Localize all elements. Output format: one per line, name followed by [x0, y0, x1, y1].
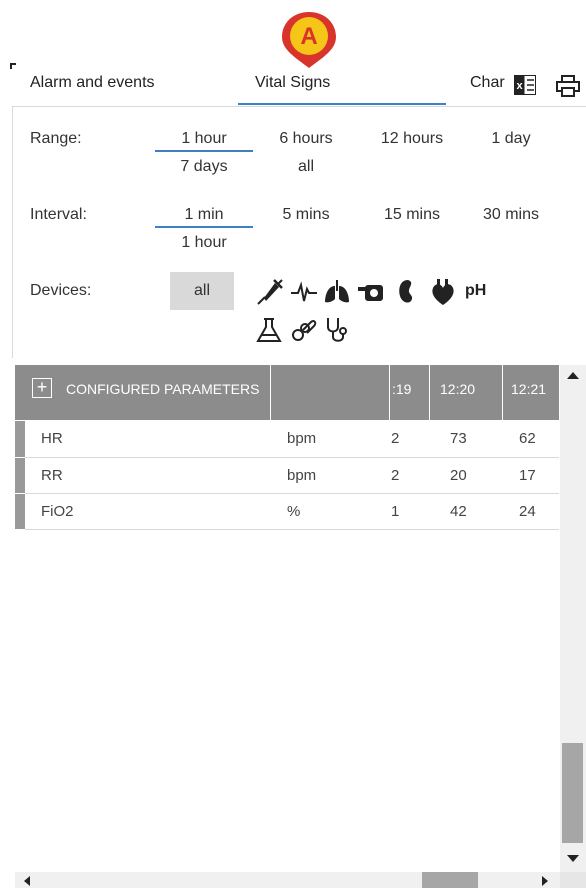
svg-text:x: x: [516, 80, 523, 92]
active-tab-indicator: [238, 103, 446, 105]
range-option-1-hour[interactable]: 1 hour: [155, 130, 253, 152]
stethoscope-icon[interactable]: [322, 315, 352, 345]
scroll-up-arrow-icon[interactable]: [562, 366, 584, 386]
excel-export-icon[interactable]: x: [514, 75, 536, 95]
range-label: Range:: [30, 130, 82, 147]
row-marker: [15, 458, 25, 493]
table-cell: 1: [391, 503, 400, 520]
row-divider: [25, 457, 559, 458]
scroll-right-arrow-icon[interactable]: [538, 874, 552, 888]
table-cell: 73: [450, 430, 467, 447]
parameter-name: FiO2: [41, 503, 74, 520]
pacifier-icon[interactable]: [289, 315, 319, 345]
range-option-7-days[interactable]: 7 days: [155, 158, 253, 176]
header-separator: [389, 365, 390, 420]
scroll-down-arrow-icon[interactable]: [562, 848, 584, 868]
scrollbar-corner: [560, 872, 586, 888]
marker-letter: A: [300, 23, 317, 50]
interval-option-5-mins[interactable]: 5 mins: [266, 206, 346, 224]
interval-label: Interval:: [30, 206, 87, 223]
row-divider: [25, 529, 559, 530]
marker-a-icon: A: [282, 12, 336, 68]
flask-icon[interactable]: [254, 315, 284, 345]
table-cell: 2: [391, 467, 400, 484]
header-separator: [502, 365, 503, 420]
column-header-time: :19: [392, 381, 412, 397]
range-option-all[interactable]: all: [266, 158, 346, 176]
devices-all-button[interactable]: all: [170, 272, 234, 310]
devices-label: Devices:: [30, 282, 92, 299]
range-option-12-hours[interactable]: 12 hours: [366, 130, 458, 148]
table-cell: 42: [450, 503, 467, 520]
lungs-icon[interactable]: [322, 277, 352, 307]
row-divider: [25, 493, 559, 494]
print-icon[interactable]: [556, 75, 580, 97]
expand-parameters-button[interactable]: +: [32, 378, 52, 398]
table-cell: 2: [391, 430, 400, 447]
parameter-unit: bpm: [287, 467, 317, 484]
table-cell: 24: [519, 503, 536, 520]
range-option-6-hours[interactable]: 6 hours: [266, 130, 346, 148]
row-marker: [15, 494, 25, 529]
parameter-name: HR: [41, 430, 63, 447]
tab-alarm-and-events[interactable]: Alarm and events: [30, 74, 155, 92]
vertical-scroll-thumb[interactable]: [562, 743, 583, 843]
monitor-icon[interactable]: [356, 277, 386, 307]
horizontal-scroll-thumb[interactable]: [422, 872, 478, 888]
scroll-left-arrow-icon[interactable]: [20, 874, 34, 888]
tab-chart[interactable]: Char: [470, 74, 505, 92]
parameter-unit: %: [287, 503, 301, 520]
range-option-1-day[interactable]: 1 day: [478, 130, 544, 148]
table-cell: 62: [519, 430, 536, 447]
panel-border: [12, 106, 13, 358]
tab-divider: [12, 106, 586, 107]
horizontal-scrollbar[interactable]: [15, 872, 560, 888]
ph-icon[interactable]: pH: [465, 282, 486, 300]
configured-parameters-header: CONFIGURED PARAMETERS: [66, 381, 260, 397]
heart-organ-icon[interactable]: [428, 277, 458, 307]
table-cell: 17: [519, 467, 536, 484]
syringe-icon[interactable]: [254, 277, 284, 307]
interval-option-1-hour[interactable]: 1 hour: [155, 234, 253, 252]
header-separator: [429, 365, 430, 420]
kidney-icon[interactable]: [392, 277, 422, 307]
column-header-time: 12:20: [440, 381, 476, 397]
row-marker: [15, 421, 25, 457]
interval-option-15-mins[interactable]: 15 mins: [366, 206, 458, 224]
column-header-time: 12:21: [511, 381, 547, 397]
interval-option-1-min[interactable]: 1 min: [155, 206, 253, 228]
interval-option-30-mins[interactable]: 30 mins: [470, 206, 552, 224]
heartbeat-icon[interactable]: [289, 277, 319, 307]
parameter-unit: bpm: [287, 430, 317, 447]
table-cell: 20: [450, 467, 467, 484]
corner-mark: [10, 63, 16, 69]
tab-vital-signs[interactable]: Vital Signs: [255, 74, 330, 92]
parameter-name: RR: [41, 467, 63, 484]
header-separator: [270, 365, 271, 420]
